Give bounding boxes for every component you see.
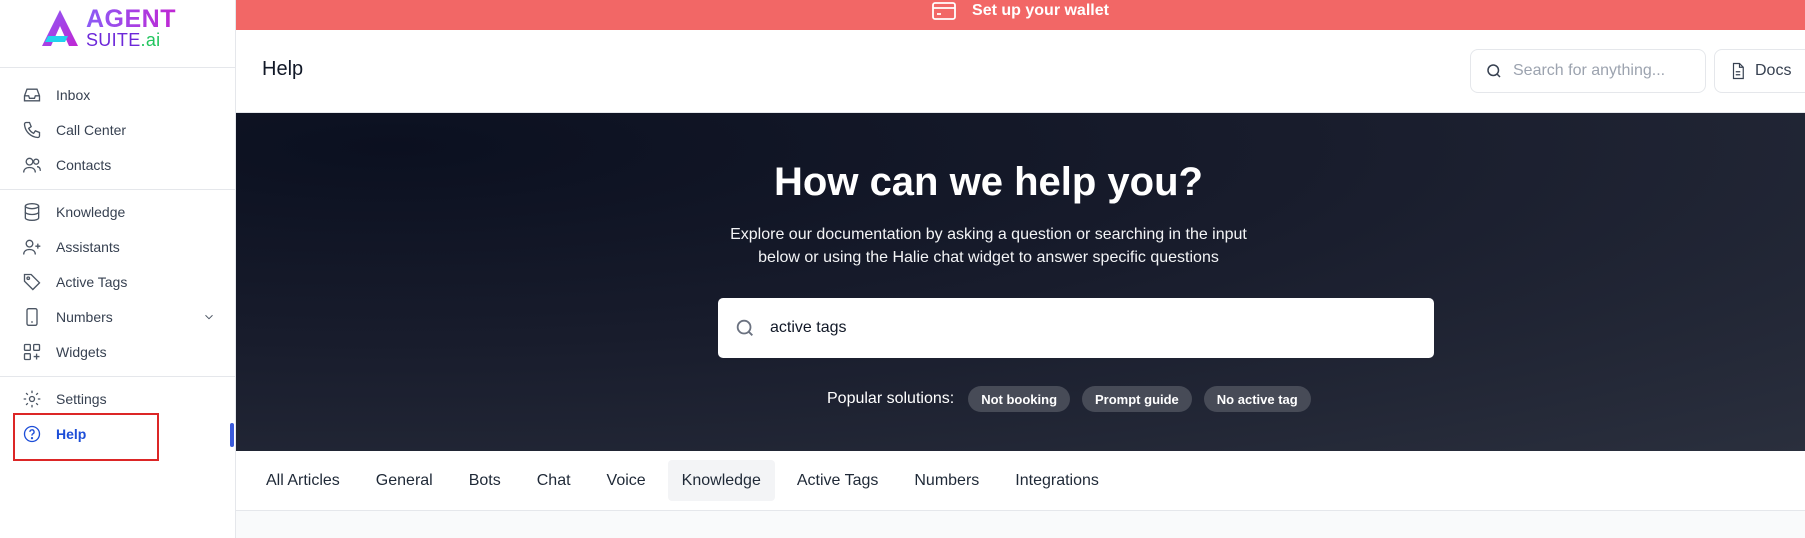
chip-no-active-tag[interactable]: No active tag [1203,386,1311,412]
logo-line2a: SUITE [86,30,141,50]
help-search-input[interactable] [770,319,1410,337]
wallet-banner[interactable]: Set up your wallet [236,0,1805,30]
chip-not-booking[interactable]: Not booking [968,386,1071,412]
header-search[interactable] [1470,49,1706,93]
active-indicator [230,423,234,447]
database-icon [24,203,40,222]
chip-prompt-guide[interactable]: Prompt guide [1082,386,1192,412]
sidebar-divider [0,189,236,190]
sidebar-item-widgets[interactable]: Widgets [14,337,224,367]
user-plus-icon [23,239,41,255]
document-icon [1732,62,1744,80]
sidebar-item-label: Assistants [56,239,120,255]
sidebar-item-label: Settings [56,391,107,407]
sidebar-item-settings[interactable]: Settings [14,384,224,414]
sidebar-item-label: Numbers [56,309,113,325]
sidebar-divider [0,67,236,68]
sidebar-item-label: Contacts [56,157,112,173]
tab-numbers[interactable]: Numbers [900,460,993,501]
tab-voice[interactable]: Voice [593,460,660,501]
hero-subtitle: Explore our documentation by asking a qu… [730,226,1247,266]
phone-icon [23,121,41,139]
logo-line2: SUITE.ai [86,31,176,49]
sidebar-item-contacts[interactable]: Contacts [14,150,224,180]
tab-general[interactable]: General [362,460,447,501]
tab-active-tags[interactable]: Active Tags [783,460,893,501]
tab-knowledge[interactable]: Knowledge [667,460,775,501]
banner-text: Set up your wallet [972,2,1109,19]
sidebar-item-active-tags[interactable]: Active Tags [14,267,224,297]
app-root: AGENT SUITE.ai Inbox Call Center Contact… [0,0,1805,538]
sidebar-divider [0,376,236,377]
sidebar-item-label: Inbox [56,87,91,103]
sidebar-item-inbox[interactable]: Inbox [14,80,224,110]
logo-mark-icon [42,10,78,46]
content-area [236,511,1805,538]
tab-integrations[interactable]: Integrations [1001,460,1113,501]
hero-title: How can we help you? [774,160,1203,204]
gear-icon [23,390,41,408]
logo[interactable]: AGENT SUITE.ai [38,6,176,50]
tab-all-articles[interactable]: All Articles [252,460,354,501]
sidebar-item-label: Widgets [56,344,107,360]
popular-label: Popular solutions: [827,390,955,407]
sidebar-item-numbers[interactable]: Numbers [14,302,224,332]
popular-solutions: Popular solutions: Not booking Prompt gu… [827,386,1311,412]
sidebar-item-label: Active Tags [56,274,128,290]
help-search[interactable] [718,298,1434,358]
sidebar-item-label: Knowledge [56,204,126,220]
search-icon [1487,64,1501,78]
logo-line2b: .ai [140,30,161,50]
tab-chat[interactable]: Chat [523,460,585,501]
widgets-icon [23,343,41,361]
tag-icon [23,273,41,291]
logo-line1: AGENT [86,5,176,33]
docs-button[interactable]: Docs [1714,49,1805,93]
sidebar-item-knowledge[interactable]: Knowledge [14,197,224,227]
users-icon [23,157,41,173]
page-header: Help Docs [236,30,1805,113]
sidebar-item-assistants[interactable]: Assistants [14,232,224,262]
logo-text: AGENT SUITE.ai [86,5,176,50]
inbox-icon [23,88,41,102]
credit-card-icon [932,2,956,20]
article-tabs: All Articles General Bots Chat Voice Kno… [236,451,1805,511]
search-icon [736,319,753,336]
sidebar-item-call-center[interactable]: Call Center [14,115,224,145]
header-search-input[interactable] [1513,62,1693,80]
sidebar-item-label: Call Center [56,122,127,138]
docs-label: Docs [1755,62,1792,79]
smartphone-icon [26,308,38,326]
sidebar: AGENT SUITE.ai Inbox Call Center Contact… [0,0,236,538]
page-title: Help [262,58,304,80]
tab-bots[interactable]: Bots [455,460,515,501]
help-highlight-box [13,413,159,461]
chevron-down-icon[interactable] [202,310,216,324]
help-hero: How can we help you? Explore our documen… [236,113,1805,451]
